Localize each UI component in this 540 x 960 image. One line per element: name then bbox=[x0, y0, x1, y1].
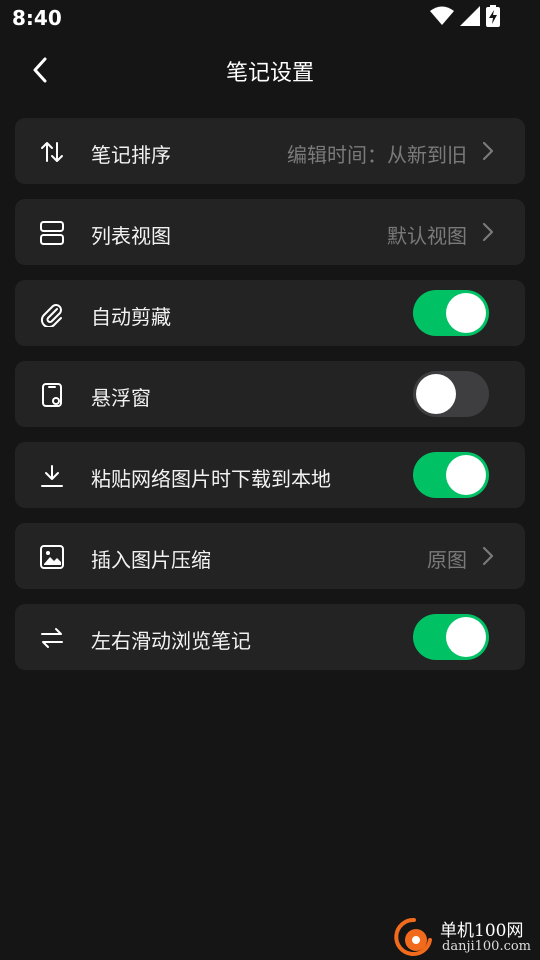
setting-label: 粘贴网络图片时下载到本地 bbox=[91, 467, 331, 491]
setting-floating-window: 悬浮窗 bbox=[15, 361, 525, 427]
setting-value: 原图 bbox=[427, 548, 467, 572]
floating-window-icon bbox=[39, 382, 65, 408]
sort-arrows-icon bbox=[39, 139, 65, 165]
watermark-url: danji100.com bbox=[442, 939, 532, 954]
setting-label: 自动剪藏 bbox=[91, 305, 171, 329]
auto-clip-toggle[interactable] bbox=[413, 290, 489, 336]
download-icon bbox=[39, 463, 65, 489]
settings-list: 笔记排序 编辑时间：从新到旧 列表视图 默认视图 自动剪藏 悬浮窗 粘贴网络图片… bbox=[15, 118, 525, 685]
setting-label: 左右滑动浏览笔记 bbox=[91, 629, 251, 653]
watermark: 单机100网 danji100.com bbox=[390, 914, 540, 960]
download-images-toggle[interactable] bbox=[413, 452, 489, 498]
swipe-browse-toggle[interactable] bbox=[413, 614, 489, 660]
chevron-right-icon bbox=[481, 545, 495, 567]
setting-label: 插入图片压缩 bbox=[91, 548, 211, 572]
setting-label: 列表视图 bbox=[91, 224, 171, 248]
watermark-logo-icon bbox=[392, 916, 434, 958]
setting-label: 笔记排序 bbox=[91, 143, 171, 167]
status-bar: 8:40 bbox=[0, 0, 540, 36]
toggle-knob bbox=[446, 293, 486, 333]
toggle-knob bbox=[446, 617, 486, 657]
paperclip-icon bbox=[39, 301, 65, 327]
chevron-right-icon bbox=[481, 140, 495, 162]
swap-arrows-icon bbox=[39, 625, 65, 651]
chevron-right-icon bbox=[481, 221, 495, 243]
toggle-knob bbox=[416, 374, 456, 414]
setting-swipe-browse: 左右滑动浏览笔记 bbox=[15, 604, 525, 670]
watermark-title: 单机100网 bbox=[440, 921, 524, 941]
setting-value: 默认视图 bbox=[387, 224, 467, 248]
wifi-icon bbox=[430, 6, 454, 30]
setting-auto-clip: 自动剪藏 bbox=[15, 280, 525, 346]
setting-download-images: 粘贴网络图片时下载到本地 bbox=[15, 442, 525, 508]
toggle-knob bbox=[446, 455, 486, 495]
floating-window-toggle[interactable] bbox=[413, 371, 489, 417]
setting-note-sort[interactable]: 笔记排序 编辑时间：从新到旧 bbox=[15, 118, 525, 184]
setting-list-view[interactable]: 列表视图 默认视图 bbox=[15, 199, 525, 265]
setting-label: 悬浮窗 bbox=[91, 386, 151, 410]
status-icons bbox=[430, 5, 500, 31]
header: 笔记设置 bbox=[0, 44, 540, 98]
setting-value: 编辑时间：从新到旧 bbox=[287, 143, 467, 167]
status-time: 8:40 bbox=[12, 6, 62, 30]
battery-charging-icon bbox=[486, 5, 500, 31]
list-view-icon bbox=[39, 220, 65, 246]
signal-icon bbox=[460, 6, 480, 30]
image-icon bbox=[39, 544, 65, 570]
page-title: 笔记设置 bbox=[225, 61, 314, 86]
setting-image-compression[interactable]: 插入图片压缩 原图 bbox=[15, 523, 525, 589]
